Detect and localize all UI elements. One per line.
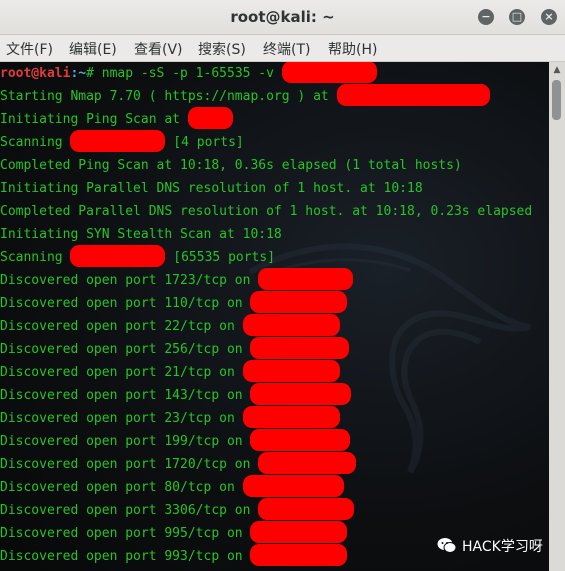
terminal-line: Scanning [65535 ports] (0, 245, 276, 268)
menu-file[interactable]: 文件(F) (6, 39, 53, 59)
redaction-mark (281, 62, 377, 83)
menu-terminal[interactable]: 终端(T) (263, 39, 310, 59)
watermark-text: HACK学习呀 (462, 539, 543, 555)
maximize-button[interactable]: □ (509, 9, 525, 25)
scroll-up-arrow-icon[interactable]: ▲ (551, 64, 563, 76)
prompt-command: nmap -sS -p 1-65535 -v (93, 66, 282, 81)
scrollbar-track[interactable] (549, 62, 565, 571)
line-text: Starting Nmap 7.70 ( https://nmap.org ) … (0, 89, 337, 104)
wechat-icon (437, 538, 457, 553)
redaction-mark (250, 429, 351, 451)
discovered-line: Discovered open port 80/tcp on (0, 475, 344, 498)
terminal-line-prompt: root@kali:~# nmap -sS -p 1-65535 -v (0, 62, 377, 84)
menu-view[interactable]: 查看(V) (134, 39, 183, 59)
line-text: Discovered open port 3306/tcp on (0, 503, 259, 518)
discovered-line: Discovered open port 143/tcp on (0, 383, 352, 406)
redaction-mark (336, 84, 490, 106)
terminal-line: Initiating SYN Stealth Scan at 10:18 (0, 227, 282, 242)
line-text: Discovered open port 22/tcp on (0, 319, 243, 334)
line-text: Initiating Ping Scan at (0, 112, 188, 127)
line-text: Scanning (0, 135, 71, 150)
discovered-line: Discovered open port 21/tcp on (0, 360, 340, 383)
discovered-line: Discovered open port 995/tcp on (0, 521, 348, 544)
menu-help[interactable]: 帮助(H) (328, 39, 377, 59)
redaction-mark (250, 544, 348, 566)
discovered-line: Discovered open port 23/tcp on (0, 406, 340, 429)
menu-edit[interactable]: 编辑(E) (69, 39, 117, 59)
discovered-line: Discovered open port 1720/tcp on (0, 452, 357, 475)
discovered-line: Discovered open port 199/tcp on (0, 429, 351, 452)
terminal-line: Starting Nmap 7.70 ( https://nmap.org ) … (0, 84, 490, 107)
line-text: [4 ports] (165, 135, 244, 150)
line-text: Discovered open port 80/tcp on (0, 480, 243, 495)
discovered-line: Discovered open port 3306/tcp on (0, 498, 355, 521)
prompt-user: root@kali (0, 66, 71, 81)
redaction-mark (70, 245, 166, 267)
redaction-mark (187, 107, 233, 129)
line-text: Discovered open port 256/tcp on (0, 342, 251, 357)
minimize-button[interactable]: − (478, 9, 494, 25)
prompt-path: :~ (70, 66, 87, 81)
terminal-line: Initiating Ping Scan at (0, 107, 233, 130)
menu-search[interactable]: 搜索(S) (198, 39, 246, 59)
prompt-symbol: # (86, 66, 94, 81)
line-text: Discovered open port 21/tcp on (0, 365, 243, 380)
line-text: Scanning (0, 250, 71, 265)
scrollbar-thumb[interactable] (552, 80, 561, 120)
redaction-mark (250, 337, 350, 359)
discovered-line: Discovered open port 22/tcp on (0, 314, 340, 337)
redaction-mark (258, 498, 355, 520)
redaction-mark (258, 452, 357, 474)
discovered-line: Discovered open port 1723/tcp on (0, 268, 354, 291)
line-text: Discovered open port 199/tcp on (0, 434, 251, 449)
redaction-mark (242, 406, 340, 428)
redaction-mark (242, 360, 340, 382)
title-bar: root@kali: ~ − □ × (0, 0, 565, 35)
line-text: Discovered open port 1723/tcp on (0, 273, 259, 288)
redaction-mark (242, 475, 344, 497)
line-text: Discovered open port 23/tcp on (0, 411, 243, 426)
line-text: Discovered open port 993/tcp on (0, 549, 251, 564)
discovered-line: Discovered open port 110/tcp on (0, 291, 348, 314)
redaction-mark (250, 291, 348, 313)
line-text: [65535 ports] (165, 250, 276, 265)
redaction-mark (70, 130, 166, 152)
terminal-line: Completed Parallel DNS resolution of 1 h… (0, 204, 533, 219)
menu-bar: 文件(F) 编辑(E) 查看(V) 搜索(S) 终端(T) 帮助(H) (0, 35, 565, 62)
terminal-line: Completed Ping Scan at 10:18, 0.36s elap… (0, 158, 462, 173)
redaction-mark (250, 521, 348, 543)
line-text: Discovered open port 1720/tcp on (0, 457, 259, 472)
terminal-line: Scanning [4 ports] (0, 130, 244, 153)
terminal-line: Initiating Parallel DNS resolution of 1 … (0, 181, 423, 196)
line-text: Discovered open port 143/tcp on (0, 388, 251, 403)
terminal-area[interactable]: root@kali:~# nmap -sS -p 1-65535 -v Star… (0, 62, 549, 571)
redaction-mark (242, 314, 340, 336)
redaction-mark (250, 383, 352, 405)
close-button[interactable]: × (541, 9, 557, 25)
line-text: Discovered open port 995/tcp on (0, 526, 251, 541)
redaction-mark (258, 268, 354, 290)
discovered-line: Discovered open port 256/tcp on (0, 337, 350, 360)
discovered-line: Discovered open port 993/tcp on (0, 544, 348, 567)
line-text: Discovered open port 110/tcp on (0, 296, 251, 311)
